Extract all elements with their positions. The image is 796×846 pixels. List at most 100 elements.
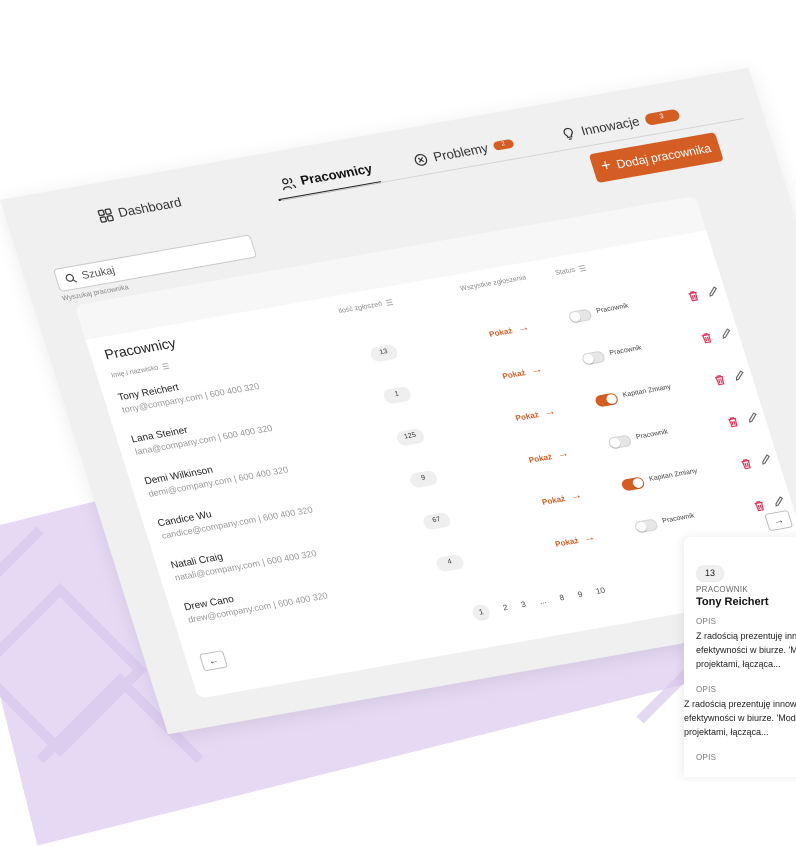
tab-innovations-label: Innowacje	[579, 113, 642, 139]
status-label: Pracownik	[608, 344, 643, 357]
report-count-badge: 13	[368, 343, 399, 362]
show-reports-label: Pokaż	[553, 535, 580, 549]
page-number[interactable]: 10	[595, 586, 606, 596]
toggle-knob	[631, 477, 645, 489]
filter-icon: ☰	[160, 361, 171, 372]
detail-section-label: OPIS	[696, 753, 717, 762]
page-number[interactable]: 2	[502, 603, 509, 612]
toggle-knob	[608, 437, 622, 449]
pencil-icon[interactable]	[771, 494, 786, 508]
show-reports-link[interactable]: Pokaż →	[487, 321, 531, 339]
page-number[interactable]: 8	[558, 593, 565, 602]
close-circle-icon	[414, 153, 428, 166]
status-toggle[interactable]	[620, 476, 646, 492]
toggle-knob	[568, 311, 582, 323]
search-placeholder: Szukaj	[80, 264, 117, 282]
column-header-name-label: Imię i nazwisko	[110, 364, 160, 380]
column-header-all: Wszystkie zgłoszenia	[460, 274, 528, 292]
pencil-icon[interactable]	[705, 284, 720, 298]
filter-icon: ☰	[577, 263, 588, 274]
pencil-icon[interactable]	[758, 452, 773, 466]
page-number[interactable]: 3	[520, 600, 527, 609]
show-reports-label: Pokaż	[487, 325, 514, 339]
status-label: Kapitan Zmiany	[648, 467, 699, 483]
column-header-status[interactable]: Status ☰	[554, 264, 587, 278]
lightbulb-icon	[563, 127, 573, 140]
status-toggle[interactable]	[594, 392, 620, 408]
show-reports-label: Pokaż	[501, 367, 527, 381]
column-header-count[interactable]: Ilość zgłoszeń ☰	[337, 297, 395, 316]
show-reports-link[interactable]: Pokaż →	[540, 489, 584, 507]
column-header-name[interactable]: Imię i nazwisko ☰	[110, 362, 170, 381]
grid-icon	[97, 207, 114, 223]
report-count-badge: 9	[408, 469, 439, 488]
arrow-right-icon: →	[555, 447, 571, 461]
detail-panel: 13 PRACOWNIK Tony Reichert OPIS Z radośc…	[684, 537, 796, 777]
tab-problems[interactable]: Problemy 2	[412, 136, 516, 168]
detail-section-text: efektywności w biurze. 'Moduł	[696, 645, 796, 655]
toggle-knob	[634, 521, 648, 533]
toggle-knob	[582, 353, 595, 365]
arrow-right-icon: →	[529, 363, 544, 377]
table-title: Pracownicy	[102, 334, 178, 363]
pagination: 1 2 3... 8 9 10	[470, 583, 607, 621]
status-label: Kapitan Zmiany	[621, 383, 672, 399]
arrow-right-icon: →	[568, 489, 584, 503]
show-reports-link[interactable]: Pokaż →	[501, 363, 544, 381]
page-number: ...	[538, 596, 548, 606]
report-count-badge: 1	[382, 385, 412, 404]
prev-page-button[interactable]: ←	[198, 650, 229, 672]
column-header-count-label: Ilość zgłoszeń	[337, 300, 384, 316]
show-reports-link[interactable]: Pokaż →	[514, 405, 557, 423]
arrow-right-icon: →	[542, 405, 557, 419]
status-toggle[interactable]	[633, 518, 659, 534]
tab-dashboard-label: Dashboard	[116, 194, 184, 220]
show-reports-label: Pokaż	[514, 409, 540, 423]
trash-icon[interactable]	[686, 288, 701, 302]
users-icon	[281, 177, 297, 190]
show-reports-link[interactable]: Pokaż →	[527, 447, 571, 465]
show-reports-label: Pokaż	[527, 451, 553, 465]
trash-icon[interactable]	[752, 498, 767, 512]
show-reports-link[interactable]: Pokaż →	[553, 531, 597, 549]
trash-icon[interactable]	[725, 414, 740, 428]
report-count-badge: 125	[395, 427, 426, 446]
tab-problems-label: Problemy	[431, 140, 490, 165]
trash-icon[interactable]	[712, 372, 727, 386]
detail-section-text: projektami, łącząca...	[684, 727, 769, 737]
status-toggle[interactable]	[567, 308, 593, 324]
status-label: Pracownik	[635, 428, 670, 441]
status-toggle[interactable]	[607, 434, 633, 450]
innovations-badge: 3	[643, 108, 681, 126]
column-header-all-label: Wszystkie zgłoszenia	[459, 274, 528, 293]
trash-icon[interactable]	[699, 330, 714, 344]
column-header-status-label: Status	[554, 266, 577, 277]
status-label: Pracownik	[661, 512, 696, 525]
detail-section-text: efektywności w biurze. 'Moduł	[684, 713, 796, 723]
pencil-icon[interactable]	[731, 368, 746, 382]
report-count-badge: 67	[421, 511, 452, 530]
show-reports-label: Pokaż	[540, 493, 567, 507]
trash-icon[interactable]	[738, 456, 753, 470]
arrow-right-icon: →	[516, 321, 531, 335]
status-label: Pracownik	[595, 302, 630, 315]
status-toggle[interactable]	[580, 350, 607, 366]
detail-count-badge: 13	[696, 565, 724, 581]
page-number[interactable]: 1	[470, 603, 492, 621]
report-count-badge: 4	[434, 553, 465, 572]
filter-icon: ☰	[384, 297, 395, 308]
pencil-icon[interactable]	[745, 410, 760, 424]
tab-dashboard[interactable]: Dashboard	[96, 195, 183, 224]
page-number[interactable]: 9	[577, 590, 584, 599]
detail-role: PRACOWNIK	[696, 585, 749, 594]
detail-name: Tony Reichert	[696, 596, 769, 608]
toggle-knob	[605, 393, 619, 405]
detail-section-label: OPIS	[696, 617, 717, 626]
detail-section-text: Z radością prezentuję innowację	[696, 631, 796, 641]
pencil-icon[interactable]	[718, 326, 733, 340]
detail-section-text: projektami, łącząca...	[696, 659, 781, 669]
problems-badge: 2	[492, 138, 515, 151]
detail-section-label: OPIS	[696, 685, 717, 694]
search-icon	[65, 273, 78, 283]
tab-innovations[interactable]: Innowacje 3	[559, 107, 681, 142]
